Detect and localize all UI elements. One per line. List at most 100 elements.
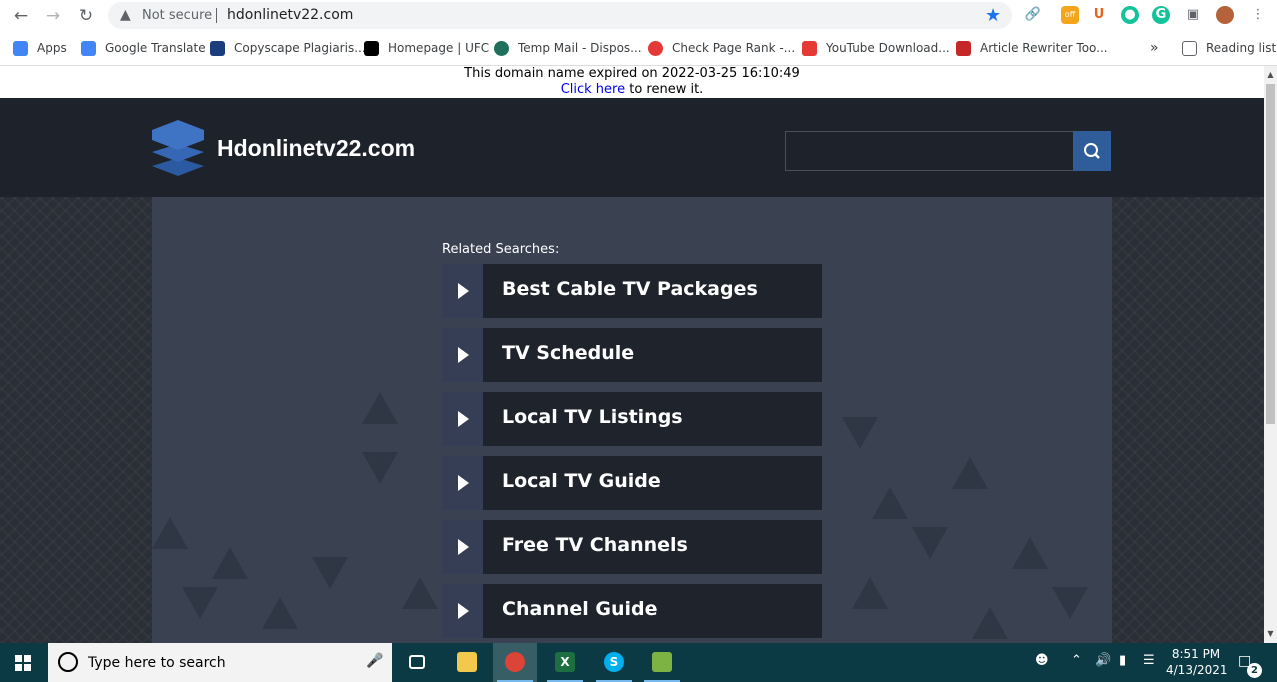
page-rank-icon [648,40,663,56]
grammarly-extension-icon[interactable]: G [1152,6,1170,24]
related-search-label: Best Cable TV Packages [502,278,758,300]
decor-triangle [312,557,348,589]
chrome-taskbar-button[interactable] [493,643,537,682]
bookmark-star-icon[interactable]: ★ [985,5,1001,26]
people-icon[interactable]: ☻ [1035,653,1049,668]
reading-list-button[interactable]: Reading list [1182,39,1276,57]
bookmark-temp-mail[interactable]: Temp Mail - Dispos... [494,39,642,57]
related-search-label: TV Schedule [502,342,635,364]
coupon-extension-icon[interactable]: off [1061,6,1079,24]
wifi-icon[interactable]: ☰ [1143,653,1155,668]
scroll-up-arrow-icon[interactable]: ▲ [1266,70,1275,80]
bookmark-label: Homepage | UFC [388,41,490,55]
microphone-icon[interactable]: 🎤 [366,653,383,669]
more-bookmarks-button[interactable]: » [1150,39,1159,57]
bookmark-youtube-download[interactable]: YouTube Download... [802,39,950,57]
taskbar-search-box[interactable]: Type here to search 🎤 [48,643,392,682]
temp-mail-icon [494,40,509,56]
webpage: This domain name expired on 2022-03-25 1… [0,66,1264,643]
bookmark-google-translate[interactable]: Google Translate [81,39,206,57]
expired-text: This domain name expired on 2022-03-25 1… [464,66,800,81]
windows-start-icon[interactable] [15,655,31,671]
page-scrollbar[interactable]: ▲ ▼ [1264,66,1277,643]
volume-icon[interactable]: 🔊 [1095,653,1111,668]
site-search-button[interactable] [1073,131,1111,171]
site-header: Hdonlinetv22.com [0,98,1264,197]
system-clock[interactable]: 8:51 PM 4/13/2021 [1166,646,1228,678]
decor-triangle [362,452,398,484]
folder-icon [457,652,477,672]
renew-link[interactable]: Click here [561,82,625,97]
search-icon [1084,143,1100,159]
forward-arrow-icon[interactable]: → [41,4,65,28]
reload-icon[interactable]: ↻ [74,4,98,28]
play-arrow-icon [442,264,483,318]
bookmark-label: Check Page Rank -... [672,41,796,55]
cortana-ring-icon [58,652,78,672]
bookmark-copyscape[interactable]: Copyscape Plagiaris... [210,39,366,57]
bookmark-label: Article Rewriter Too... [980,41,1108,55]
related-search-label: Local TV Listings [502,406,683,428]
ubersuggest-extension-icon[interactable]: U [1090,6,1108,24]
related-search-label: Channel Guide [502,598,658,620]
browser-toolbar: ← → ↻ ▲ Not secure hdonlinetv22.com ★ 🔗 … [0,0,1277,32]
skype-taskbar-button[interactable]: S [592,643,636,682]
browser-chrome: ← → ↻ ▲ Not secure hdonlinetv22.com ★ 🔗 … [0,0,1277,66]
bookmark-label: Temp Mail - Dispos... [518,41,642,55]
scroll-down-arrow-icon[interactable]: ▼ [1266,629,1275,639]
url-text[interactable]: hdonlinetv22.com [227,7,353,23]
file-explorer-button[interactable] [445,643,489,682]
bookmark-apps[interactable]: Apps [13,39,67,57]
decor-triangle [1052,587,1088,619]
decor-triangle [842,417,878,449]
renew-line: Click here to renew it. [0,82,1264,98]
domain-expired-notice: This domain name expired on 2022-03-25 1… [0,66,1264,98]
chart-app-taskbar-button[interactable] [640,643,684,682]
task-view-icon [409,655,425,669]
related-search-item[interactable]: TV Schedule [442,328,822,382]
reading-list-icon [1182,40,1197,56]
related-search-item[interactable]: Local TV Listings [442,392,822,446]
excel-taskbar-button[interactable]: X [543,643,587,682]
decor-triangle [152,517,188,549]
decor-triangle [212,547,248,579]
bookmark-page-rank[interactable]: Check Page Rank -... [648,39,795,57]
play-arrow-icon [442,328,483,382]
google-translate-icon [81,40,96,56]
scrollbar-thumb[interactable] [1266,84,1275,424]
globe-extension-icon[interactable]: ● [1121,6,1139,24]
site-title[interactable]: Hdonlinetv22.com [217,135,415,162]
battery-icon[interactable]: ▮ [1119,653,1126,668]
bookmark-label: Apps [37,41,67,55]
show-hidden-icons-chevron-icon[interactable]: ⌃ [1071,653,1082,668]
decor-triangle [952,457,988,489]
stacked-layers-logo-icon [152,120,204,176]
security-status[interactable]: Not secure [142,8,212,23]
related-search-label: Free TV Channels [502,534,688,556]
chrome-icon [505,652,525,672]
article-rewriter-icon [956,40,971,56]
related-search-item[interactable]: Local TV Guide [442,456,822,510]
bookmark-ufc[interactable]: Homepage | UFC [364,39,489,57]
menu-kebab-icon[interactable]: ⋮ [1249,6,1267,24]
task-view-button[interactable] [395,643,439,682]
decor-triangle [912,527,948,559]
warning-triangle-icon[interactable]: ▲ [120,6,136,23]
address-bar[interactable]: ▲ Not secure hdonlinetv22.com ★ [108,2,1012,29]
bookmark-article-rewriter[interactable]: Article Rewriter Too... [956,39,1108,57]
related-searches-heading: Related Searches: [442,242,560,257]
site-search-input[interactable] [785,131,1074,171]
profile-avatar[interactable] [1216,6,1234,24]
puzzle-extensions-icon[interactable]: ▣ [1184,6,1202,24]
decor-triangle [872,487,908,519]
decor-triangle [402,577,438,609]
youtube-download-icon [802,40,817,56]
bookmark-label: Google Translate [105,41,206,55]
decor-triangle [1012,537,1048,569]
clock-time: 8:51 PM [1171,647,1221,661]
related-search-item[interactable]: Best Cable TV Packages [442,264,822,318]
link-extension-icon[interactable]: 🔗 [1024,6,1042,24]
related-search-item[interactable]: Free TV Channels [442,520,822,574]
related-search-item[interactable]: Channel Guide [442,584,822,638]
back-arrow-icon[interactable]: ← [9,4,33,28]
